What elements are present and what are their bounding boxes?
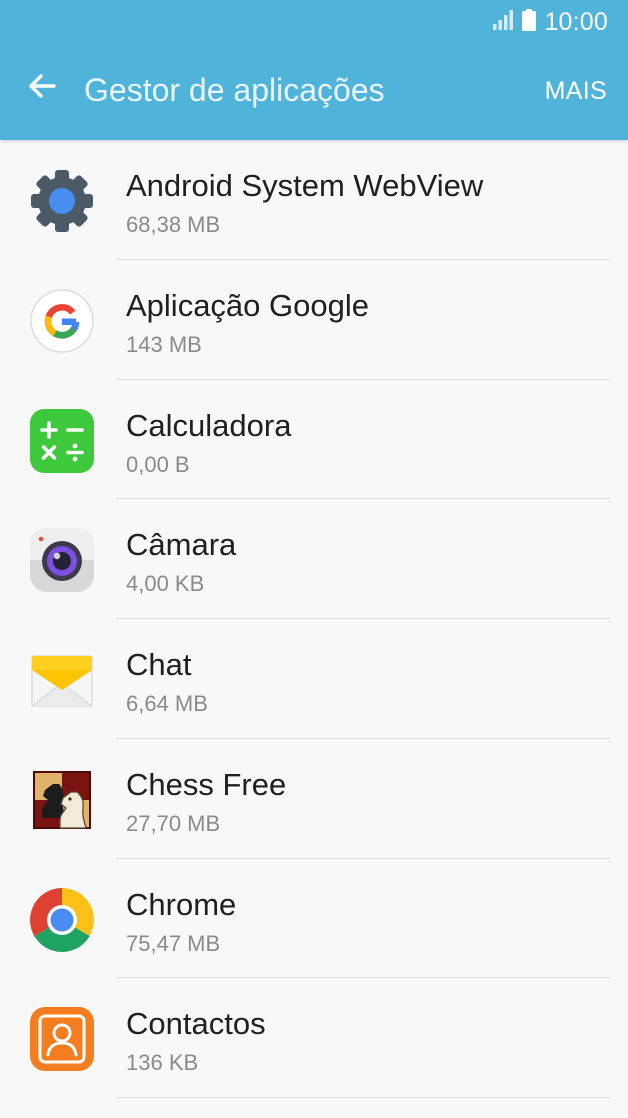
app-name: Calculadora: [126, 407, 292, 443]
app-bar: 10:00 Gestor de aplicações MAIS: [0, 0, 628, 140]
app-list-item-chat[interactable]: Chat 6,64 MB: [0, 619, 628, 739]
divider: [116, 1097, 611, 1098]
app-size: 143 MB: [126, 331, 202, 357]
android-webview-gear-icon: [28, 167, 96, 235]
app-size: 75,47 MB: [126, 930, 221, 956]
status-indicators: 10:00: [492, 6, 608, 38]
app-list-item-chrome[interactable]: Chrome 75,47 MB: [0, 859, 628, 979]
app-name: Android System WebView: [126, 168, 484, 203]
app-size: 0,00 B: [126, 451, 190, 477]
google-g-icon: [28, 287, 96, 355]
more-button[interactable]: MAIS: [545, 77, 607, 106]
app-list-item-calculator[interactable]: Calculadora 0,00 B: [0, 380, 628, 500]
back-button[interactable]: [14, 60, 70, 116]
contacts-person-icon: [28, 1005, 96, 1073]
app-name: Chess Free: [126, 766, 287, 802]
app-name: Chat: [126, 647, 192, 682]
app-size: 136 KB: [126, 1050, 199, 1076]
chess-knight-icon: [28, 766, 96, 834]
app-size: 68,38 MB: [126, 212, 221, 237]
envelope-icon: [28, 646, 96, 714]
chrome-icon: [28, 886, 96, 954]
app-list-item-google[interactable]: Aplicação Google 143 MB: [0, 260, 628, 380]
app-list-item-chess-free[interactable]: Chess Free 27,70 MB: [0, 739, 628, 859]
camera-icon: [28, 526, 96, 594]
app-list-item-android-webview[interactable]: Android System WebView 68,38 MB: [0, 140, 628, 260]
toolbar: Gestor de aplicações MAIS: [0, 44, 628, 140]
status-bar: 10:00: [0, 0, 628, 44]
status-time: 10:00: [544, 7, 608, 36]
app-name: Chrome: [126, 886, 237, 922]
app-name: Aplicação Google: [126, 287, 369, 323]
page-title: Gestor de aplicações: [84, 72, 385, 108]
app-name: Contactos: [126, 1006, 266, 1042]
app-list-item-contacts[interactable]: Contactos 136 KB: [0, 978, 628, 1098]
calculator-icon: [28, 407, 96, 475]
app-list: Android System WebView 68,38 MB Aplicaçã…: [0, 140, 628, 1118]
app-list-item-camera[interactable]: Câmara 4,00 KB: [0, 499, 628, 619]
signal-bars-icon: [492, 9, 514, 36]
app-name: Câmara: [126, 527, 237, 563]
battery-icon: [522, 8, 537, 36]
app-size: 27,70 MB: [126, 810, 221, 836]
app-size: 6,64 MB: [126, 691, 208, 716]
arrow-back-icon: [27, 71, 57, 106]
app-size: 4,00 KB: [126, 571, 205, 597]
